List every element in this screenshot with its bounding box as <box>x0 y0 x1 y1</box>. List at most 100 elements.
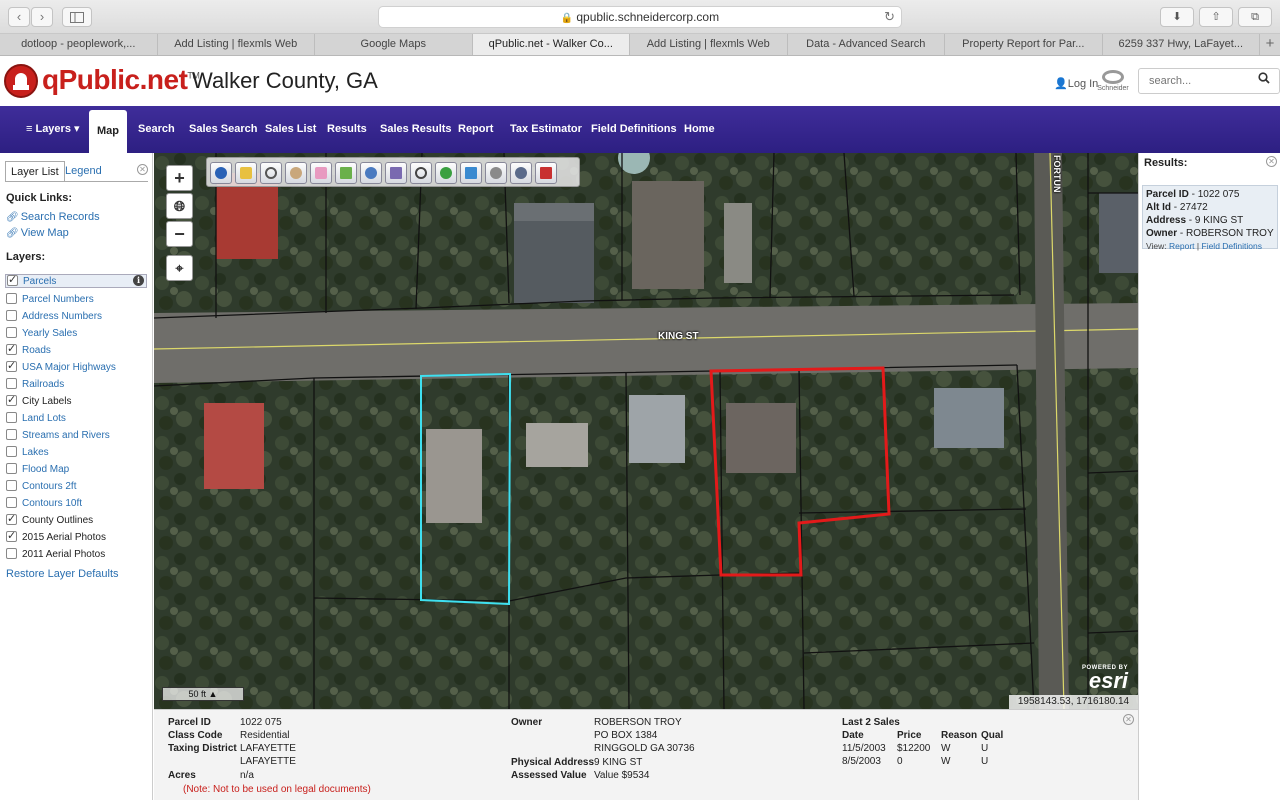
tab-flexmls-1[interactable]: Add Listing | flexmls Web <box>158 34 315 55</box>
login-link[interactable]: 👤Log In <box>1054 77 1098 90</box>
address-bar[interactable]: 🔒 qpublic.schneidercorp.com ↻ <box>378 6 902 28</box>
map-canvas[interactable]: KING ST FORTUN + 🌐︎ − ⌖ 50 ft ▲ POWERED … <box>154 153 1138 709</box>
reload-icon[interactable]: ↻ <box>884 7 895 27</box>
view-map-link[interactable]: 🔗︎ View Map <box>6 227 69 239</box>
layer-lakes[interactable]: Lakes <box>6 446 49 460</box>
layer-address-numbers[interactable]: Address Numbers <box>6 310 102 324</box>
layer-land-lots[interactable]: Land Lots <box>6 412 66 426</box>
save-tool[interactable] <box>535 162 557 184</box>
grid-select-tool[interactable] <box>335 162 357 184</box>
new-tab-button[interactable]: + <box>1260 34 1280 55</box>
nav-results[interactable]: Results <box>327 106 367 153</box>
close-icon[interactable]: ✕ <box>1123 714 1134 725</box>
draw-tool[interactable] <box>435 162 457 184</box>
layer-streams-rivers[interactable]: Streams and Rivers <box>6 429 110 443</box>
checkbox[interactable] <box>6 529 17 542</box>
layer-roads[interactable]: Roads <box>6 342 51 358</box>
tab-google-maps[interactable]: Google Maps <box>315 34 473 55</box>
checkbox[interactable] <box>6 342 17 355</box>
zoom-box-tool[interactable] <box>260 162 282 184</box>
checkbox[interactable] <box>6 310 17 321</box>
checkbox[interactable] <box>6 327 17 338</box>
checkbox[interactable] <box>6 293 17 304</box>
layer-county-outlines[interactable]: County Outlines <box>6 512 93 528</box>
result-card[interactable]: Parcel ID - 1022 075 Alt Id - 27472 Addr… <box>1142 185 1278 251</box>
layer-2015-aerial[interactable]: 2015 Aerial Photos <box>6 529 106 545</box>
tab-dotloop[interactable]: dotloop - peoplework,... <box>0 34 158 55</box>
layer-tool[interactable] <box>360 162 382 184</box>
share-button[interactable]: ⇧ <box>1199 7 1233 27</box>
map-toolbar <box>206 157 580 187</box>
checkbox[interactable] <box>6 497 17 508</box>
zoom-out-button[interactable]: − <box>166 221 193 247</box>
nav-search[interactable]: Search <box>138 106 175 153</box>
nav-map[interactable]: Map <box>89 110 127 153</box>
nav-tax-estimator[interactable]: Tax Estimator <box>510 106 582 153</box>
nav-report[interactable]: Report <box>458 106 493 153</box>
lock-icon: 🔒 <box>560 13 574 24</box>
downloads-button[interactable]: ⬇ <box>1160 7 1194 27</box>
checkbox[interactable] <box>6 548 17 559</box>
tab-qpublic[interactable]: qPublic.net - Walker Co... <box>472 34 630 55</box>
nav-sales-results[interactable]: Sales Results <box>380 106 452 153</box>
layer-city-labels[interactable]: City Labels <box>6 393 71 409</box>
checkbox[interactable] <box>6 359 17 372</box>
forward-button[interactable]: › <box>31 7 53 27</box>
tab-legend[interactable]: Legend <box>60 161 107 181</box>
info-icon[interactable]: i <box>133 275 144 286</box>
checkbox[interactable] <box>6 412 17 423</box>
layer-parcel-numbers[interactable]: Parcel Numbers <box>6 293 94 307</box>
layer-yearly-sales[interactable]: Yearly Sales <box>6 327 77 341</box>
measure-tool[interactable] <box>510 162 532 184</box>
tab-flexmls-2[interactable]: Add Listing | flexmls Web <box>630 34 788 55</box>
checkbox[interactable] <box>6 463 17 474</box>
close-icon[interactable]: ✕ <box>137 164 148 175</box>
search-tool[interactable] <box>410 162 432 184</box>
tools-tool[interactable] <box>485 162 507 184</box>
locate-button[interactable]: ⌖ <box>166 255 193 281</box>
restore-defaults-link[interactable]: Restore Layer Defaults <box>6 568 119 580</box>
checkbox[interactable] <box>6 393 17 406</box>
layer-2011-aerial[interactable]: 2011 Aerial Photos <box>6 548 105 562</box>
nav-home[interactable]: Home <box>684 106 715 153</box>
search-records-link[interactable]: 🔗︎ Search Records <box>6 211 100 223</box>
site-logo[interactable]: qPublic.netTM <box>42 64 200 96</box>
sidebar-toggle-button[interactable] <box>62 7 92 27</box>
erase-tool[interactable] <box>310 162 332 184</box>
buffer-tool[interactable] <box>385 162 407 184</box>
tab-property-report[interactable]: Property Report for Par... <box>945 34 1103 55</box>
back-button[interactable]: ‹ <box>8 7 30 27</box>
identify-tool[interactable] <box>210 162 232 184</box>
checkbox[interactable] <box>6 446 17 457</box>
close-icon[interactable]: ✕ <box>1266 156 1277 167</box>
checkbox[interactable] <box>7 273 18 286</box>
nav-field-definitions[interactable]: Field Definitions <box>591 106 677 153</box>
nav-sales-list[interactable]: Sales List <box>265 106 316 153</box>
field-definitions-link[interactable]: Field Definitions <box>1202 241 1262 251</box>
layer-contours-2ft[interactable]: Contours 2ft <box>6 480 76 494</box>
checkbox[interactable] <box>6 378 17 389</box>
report-link[interactable]: Report <box>1169 241 1195 251</box>
nav-sales-search[interactable]: Sales Search <box>189 106 258 153</box>
zoom-in-button[interactable]: + <box>166 165 193 191</box>
checkbox[interactable] <box>6 429 17 440</box>
tab-layer-list[interactable]: Layer List <box>5 161 65 181</box>
layer-parcels[interactable]: Parcelsi <box>5 273 147 288</box>
checkbox[interactable] <box>6 512 17 525</box>
tabs-overview-button[interactable]: ⧉ <box>1238 7 1272 27</box>
sale-2-qual: U <box>981 756 989 767</box>
search-icon[interactable] <box>1258 72 1270 84</box>
checkbox[interactable] <box>6 480 17 491</box>
pan-tool[interactable] <box>285 162 307 184</box>
layer-usa-major-highways[interactable]: USA Major Highways <box>6 359 116 375</box>
tab-6259-hwy[interactable]: 6259 337 Hwy, LaFayet... <box>1103 34 1260 55</box>
schneider-logo: Schneider <box>1097 70 1129 92</box>
nav-layers[interactable]: ≡ Layers ▾ <box>26 106 80 153</box>
tab-advanced-search[interactable]: Data - Advanced Search <box>788 34 945 55</box>
full-extent-button[interactable]: 🌐︎ <box>166 193 193 219</box>
layer-contours-10ft[interactable]: Contours 10ft <box>6 497 82 511</box>
layer-flood-map[interactable]: Flood Map <box>6 463 69 477</box>
select-tool[interactable] <box>235 162 257 184</box>
layer-railroads[interactable]: Railroads <box>6 378 64 392</box>
print-tool[interactable] <box>460 162 482 184</box>
